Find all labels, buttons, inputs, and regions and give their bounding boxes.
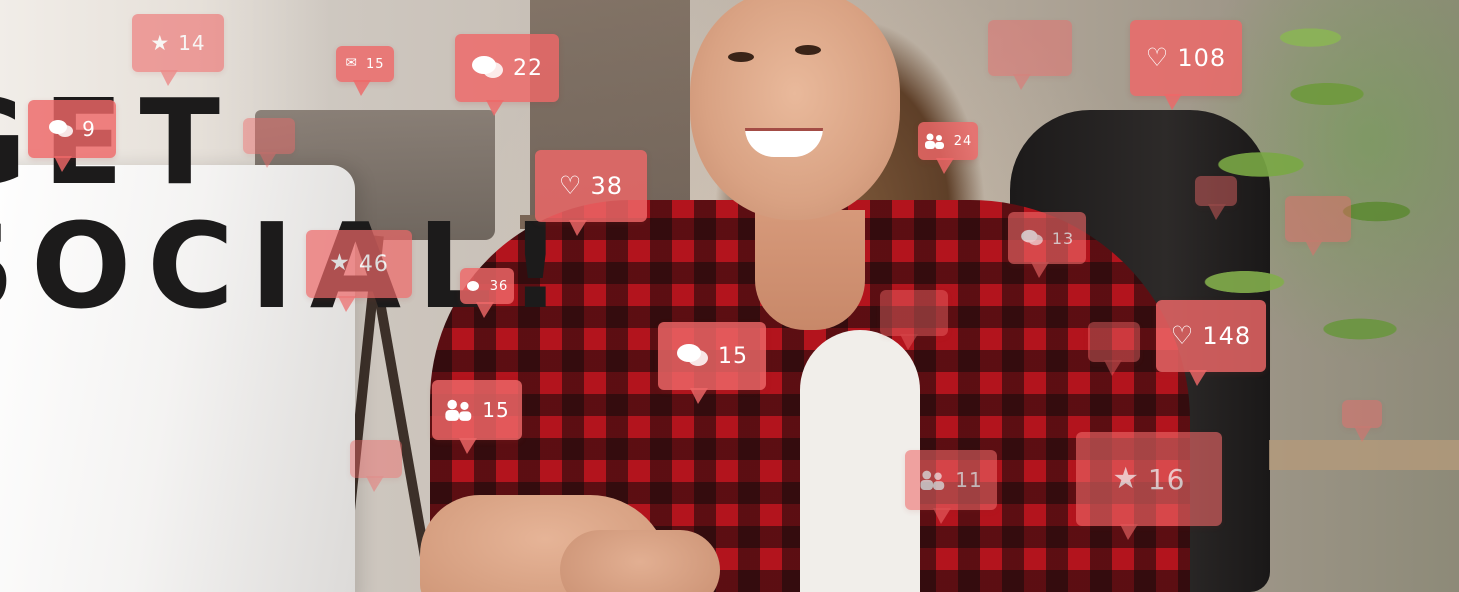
notification-bubble-blurred xyxy=(1342,400,1382,442)
wall-shelf xyxy=(1269,440,1459,470)
bubble-count: 36 xyxy=(489,278,509,294)
heart-icon: ♡ xyxy=(558,171,583,201)
woman-eye xyxy=(728,52,754,62)
users-icon xyxy=(924,133,946,149)
notification-bubble: 24 xyxy=(918,122,978,174)
notification-bubble: ♡ 108 xyxy=(1130,20,1242,110)
bubble-count: 24 xyxy=(953,133,973,149)
star-icon: ★ xyxy=(329,250,351,277)
notification-bubble: 22 xyxy=(455,34,559,116)
hero-photo: GET SOCIAL! ★ 14 ✉ 15 22 9 ♡ 38 24 ♡ 108 xyxy=(0,0,1459,592)
users-icon xyxy=(444,399,474,421)
bubble-count: 46 xyxy=(358,251,389,277)
notification-bubble-blurred xyxy=(243,118,295,168)
star-icon: ★ xyxy=(1112,461,1140,496)
bubble-count: 15 xyxy=(365,56,385,72)
notification-bubble: 15 xyxy=(658,322,766,404)
woman-hand xyxy=(560,530,720,592)
woman-face xyxy=(690,0,900,220)
woman-eye xyxy=(795,45,821,55)
heart-icon: ♡ xyxy=(1145,43,1170,73)
heart-icon: ♡ xyxy=(1170,321,1195,351)
mail-icon: ✉ xyxy=(345,55,358,72)
notification-bubble: ★ 16 xyxy=(1076,432,1222,540)
notification-bubble-blurred xyxy=(880,290,948,350)
bubble-count: 148 xyxy=(1202,322,1252,350)
notification-bubble: ♡ 38 xyxy=(535,150,647,236)
bubble-count: 9 xyxy=(82,117,96,141)
bubble-count: 15 xyxy=(482,398,510,422)
notification-bubble: ★ 14 xyxy=(132,14,224,86)
chat-icon xyxy=(471,55,505,81)
users-icon xyxy=(919,470,947,490)
notification-bubble: 11 xyxy=(905,450,997,524)
woman-neck xyxy=(755,210,865,330)
white-undershirt xyxy=(800,330,920,592)
star-icon: ★ xyxy=(150,30,171,55)
bubble-count: 22 xyxy=(513,55,543,81)
chat-icon xyxy=(48,119,74,139)
notification-bubble-blurred xyxy=(1285,196,1351,256)
bubble-count: 14 xyxy=(178,31,206,55)
bubble-count: 11 xyxy=(955,468,983,492)
notification-bubble: 13 xyxy=(1008,212,1086,278)
chat-icon xyxy=(676,343,710,369)
notification-bubble-blurred xyxy=(350,440,402,492)
notification-bubble: 9 xyxy=(28,100,116,172)
notification-bubble: ✉ 15 xyxy=(336,46,394,96)
notification-bubble-blurred xyxy=(1088,322,1140,376)
notification-bubble: ♡ 148 xyxy=(1156,300,1266,386)
bubble-count: 13 xyxy=(1051,228,1075,248)
bubble-count: 16 xyxy=(1147,462,1186,496)
notification-bubble-blurred xyxy=(988,20,1072,90)
bubble-count: 38 xyxy=(590,172,624,200)
chat-icon xyxy=(466,280,482,292)
notification-bubble: 15 xyxy=(432,380,522,454)
bubble-count: 108 xyxy=(1177,44,1227,72)
notification-bubble: 36 xyxy=(460,268,514,318)
bubble-count: 15 xyxy=(718,343,748,369)
notification-bubble-blurred xyxy=(1195,176,1237,220)
chat-icon xyxy=(1020,229,1044,247)
notification-bubble: ★ 46 xyxy=(306,230,412,312)
